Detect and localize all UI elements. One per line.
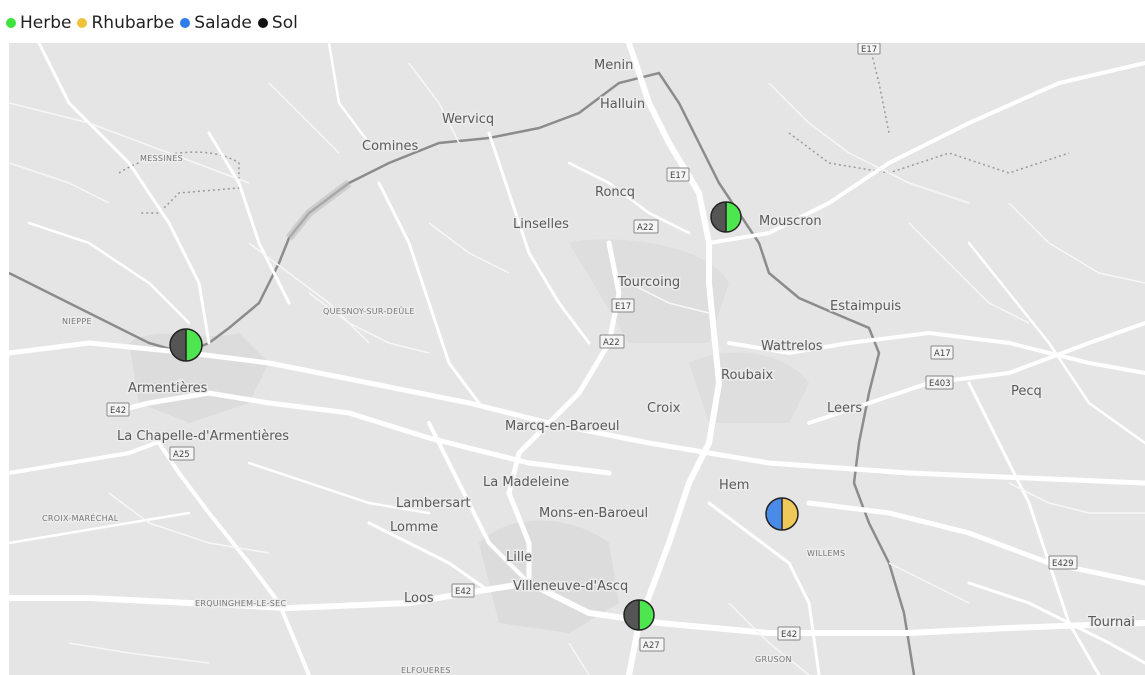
svg-text:E17: E17: [861, 45, 877, 55]
road-shield: E42: [451, 583, 475, 598]
road-shield: E42: [777, 626, 801, 641]
place-label: MESSINES: [140, 154, 183, 163]
legend-dot-icon: [257, 18, 268, 28]
road-shield: A22: [599, 334, 625, 349]
place-label: Menin: [594, 58, 633, 73]
place-label: ELFOUERES: [401, 666, 451, 675]
place-label: La Chapelle-d'Armentières: [117, 429, 289, 444]
place-label: Croix: [647, 401, 681, 416]
road-shield: E17: [611, 298, 635, 313]
legend-label: Rhubarbe: [91, 13, 175, 33]
place-label: Loos: [404, 591, 434, 606]
svg-text:A17: A17: [934, 349, 951, 359]
place-label: Tournai: [1087, 615, 1135, 630]
legend-label: Sol: [271, 13, 298, 33]
svg-text:E17: E17: [615, 302, 631, 312]
place-label: Mons-en-Baroeul: [539, 506, 648, 521]
legend-dot-icon: [6, 18, 16, 28]
place-label: ERQUINGHEM-LE-SEC: [195, 599, 286, 608]
road-shield: E429: [1048, 555, 1078, 570]
place-label: Lambersart: [396, 496, 471, 511]
place-label: Hem: [719, 478, 749, 493]
road-shield: A25: [169, 446, 195, 461]
svg-text:E429: E429: [1052, 559, 1074, 569]
legend-item-sol[interactable]: Sol: [257, 13, 298, 33]
map-marker-mouscron[interactable]: [710, 201, 742, 233]
svg-text:E17: E17: [670, 171, 686, 181]
place-label: La Madeleine: [483, 475, 569, 490]
place-label: Villeneuve-d'Ascq: [513, 579, 628, 594]
map-marker-villeneuve-dascq[interactable]: [623, 599, 655, 631]
legend-label: Salade: [194, 13, 252, 33]
svg-text:E42: E42: [455, 587, 471, 597]
road-shield: A27: [639, 637, 665, 652]
svg-text:A25: A25: [173, 450, 190, 460]
place-label: Leers: [827, 401, 862, 416]
svg-text:E42: E42: [110, 406, 126, 416]
svg-text:E403: E403: [929, 379, 951, 389]
place-label: Comines: [362, 139, 419, 154]
place-label: GRUSON: [755, 655, 792, 664]
place-label: Roubaix: [721, 368, 773, 383]
place-label: CROIX-MARÉCHAL: [42, 512, 119, 523]
place-label: QUESNOY-SUR-DEÛLE: [323, 305, 415, 316]
legend-dot-icon: [77, 18, 88, 28]
svg-text:A22: A22: [637, 223, 654, 233]
place-label: Marcq-en-Baroeul: [505, 419, 620, 434]
place-label: WILLEMS: [807, 549, 845, 558]
place-label: Pecq: [1011, 384, 1042, 399]
road-shield: A17: [930, 345, 954, 360]
svg-text:E42: E42: [781, 630, 797, 640]
legend: Herbe Rhubarbe Salade Sol: [6, 12, 301, 34]
place-label: Lille: [506, 550, 532, 565]
svg-text:A22: A22: [603, 338, 620, 348]
place-label: Lomme: [390, 520, 438, 535]
map-marker-willems[interactable]: [765, 497, 799, 531]
legend-item-salade[interactable]: Salade: [180, 13, 252, 33]
road-shield: A22: [633, 219, 659, 234]
place-label: Tourcoing: [617, 275, 680, 290]
map-marker-armentieres[interactable]: [169, 328, 203, 362]
place-label: Armentières: [128, 381, 208, 396]
map-canvas[interactable]: Menin Halluin Wervicq Comines MESSINES R…: [9, 43, 1145, 675]
legend-item-rhubarbe[interactable]: Rhubarbe: [77, 13, 174, 33]
place-label: Mouscron: [759, 214, 822, 229]
place-label: Halluin: [600, 97, 645, 112]
place-label: NIEPPE: [62, 317, 92, 326]
road-shield: E17: [857, 43, 881, 55]
road-shield: E17: [666, 167, 690, 182]
place-label: Roncq: [595, 185, 635, 200]
place-label: Wervicq: [442, 112, 494, 127]
legend-label: Herbe: [20, 13, 72, 33]
legend-item-herbe[interactable]: Herbe: [6, 13, 71, 33]
legend-dot-icon: [180, 18, 191, 28]
place-label: Estaimpuis: [830, 299, 901, 314]
place-label: Wattrelos: [761, 339, 823, 354]
map-svg: Menin Halluin Wervicq Comines MESSINES R…: [9, 43, 1145, 675]
road-shield: E42: [106, 402, 130, 417]
road-shield: E403: [925, 375, 954, 390]
svg-text:A27: A27: [643, 641, 660, 651]
place-label: Linselles: [513, 217, 569, 232]
